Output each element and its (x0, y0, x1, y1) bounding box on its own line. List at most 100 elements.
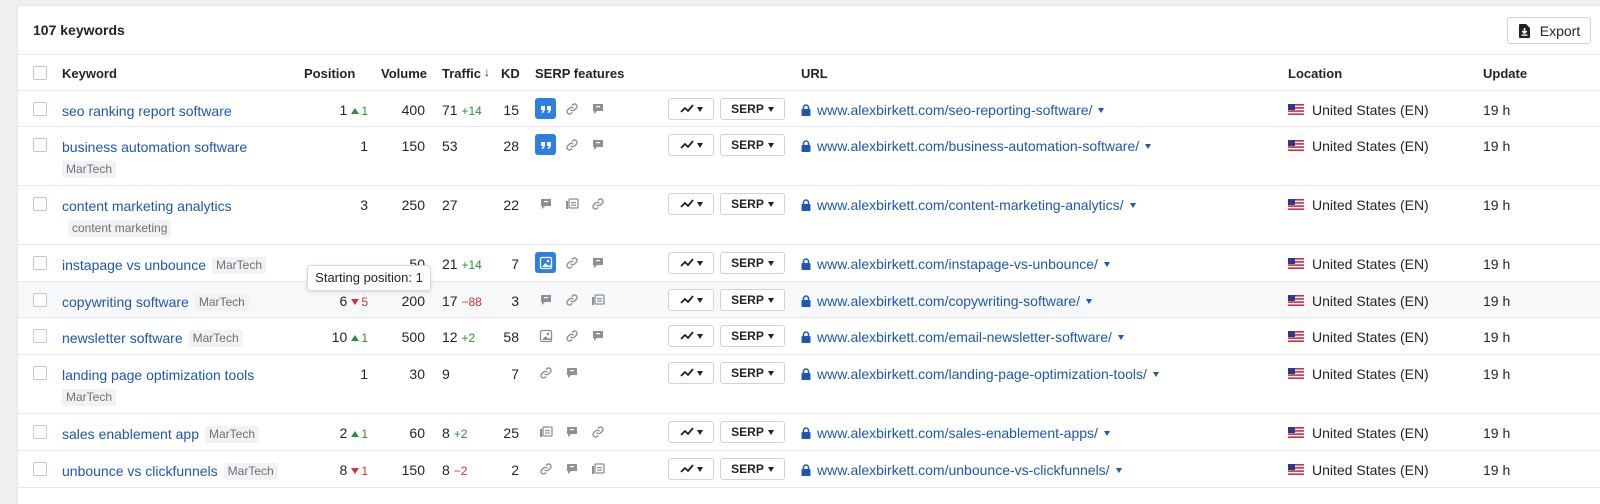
col-update[interactable]: Update (1483, 66, 1527, 81)
review-icon[interactable] (561, 362, 582, 383)
image-icon[interactable] (535, 325, 556, 346)
chevron-down-icon[interactable] (1152, 372, 1159, 377)
review-icon[interactable] (561, 458, 582, 479)
url-link[interactable]: www.alexbirkett.com/unbounce-vs-clickfun… (817, 462, 1110, 478)
link-icon[interactable] (561, 134, 582, 155)
keyword-tag[interactable]: MarTech (205, 426, 260, 443)
chevron-down-icon[interactable] (1085, 299, 1092, 304)
keyword-tag[interactable]: MarTech (62, 389, 117, 406)
link-icon[interactable] (587, 193, 608, 214)
trend-button[interactable] (668, 458, 714, 480)
trend-button[interactable] (668, 98, 714, 120)
position-cell[interactable]: 81 (304, 462, 368, 478)
url-link[interactable]: www.alexbirkett.com/content-marketing-an… (817, 197, 1124, 213)
position-cell[interactable]: 65 (304, 293, 368, 309)
keyword-link[interactable]: landing page optimization tools (62, 367, 254, 383)
export-button[interactable]: Export (1507, 17, 1591, 44)
position-cell[interactable]: 1 (304, 138, 368, 154)
serp-button[interactable]: SERP (720, 193, 785, 215)
thumbnails-icon[interactable] (535, 421, 556, 442)
link-icon[interactable] (587, 421, 608, 442)
keyword-tag[interactable]: MarTech (62, 161, 117, 178)
col-serp-features[interactable]: SERP features (535, 66, 624, 81)
position-cell[interactable]: 1 (304, 366, 368, 382)
keyword-link[interactable]: copywriting software (62, 294, 189, 310)
row-checkbox[interactable] (33, 256, 47, 270)
serp-button[interactable]: SERP (720, 289, 785, 311)
quote-active-icon[interactable] (535, 134, 556, 155)
url-link[interactable]: www.alexbirkett.com/sales-enablement-app… (817, 425, 1098, 441)
url-link[interactable]: www.alexbirkett.com/seo-reporting-softwa… (817, 102, 1092, 118)
trend-button[interactable] (668, 421, 714, 443)
review-icon[interactable] (587, 134, 608, 155)
url-link[interactable]: www.alexbirkett.com/email-newsletter-sof… (817, 329, 1112, 345)
link-icon[interactable] (561, 98, 582, 119)
link-icon[interactable] (561, 289, 582, 310)
col-position[interactable]: Position (304, 66, 355, 81)
chevron-down-icon[interactable] (1098, 108, 1105, 113)
chevron-down-icon[interactable] (1117, 335, 1124, 340)
trend-button[interactable] (668, 362, 714, 384)
trend-button[interactable] (668, 134, 714, 156)
url-link[interactable]: www.alexbirkett.com/copywriting-software… (817, 293, 1080, 309)
keyword-link[interactable]: seo ranking report software (62, 103, 232, 119)
select-all-checkbox[interactable] (33, 66, 47, 80)
link-icon[interactable] (535, 458, 556, 479)
keyword-link[interactable]: unbounce vs clickfunnels (62, 463, 218, 479)
keyword-link[interactable]: sales enablement app (62, 426, 199, 442)
col-location[interactable]: Location (1288, 66, 1342, 81)
col-keyword[interactable]: Keyword (62, 66, 117, 81)
serp-button[interactable]: SERP (720, 458, 785, 480)
trend-button[interactable] (668, 193, 714, 215)
keyword-link[interactable]: instapage vs unbounce (62, 257, 206, 273)
chevron-down-icon[interactable] (1145, 144, 1152, 149)
row-checkbox[interactable] (33, 197, 47, 211)
row-checkbox[interactable] (33, 329, 47, 343)
serp-button[interactable]: SERP (720, 362, 785, 384)
col-kd[interactable]: KD (501, 66, 520, 81)
link-icon[interactable] (535, 362, 556, 383)
serp-button[interactable]: SERP (720, 134, 785, 156)
url-link[interactable]: www.alexbirkett.com/business-automation-… (817, 138, 1139, 154)
position-cell[interactable]: 3 (304, 197, 368, 213)
position-cell[interactable]: 21 (304, 425, 368, 441)
review-icon[interactable] (535, 289, 556, 310)
review-icon[interactable] (561, 421, 582, 442)
keyword-link[interactable]: newsletter software (62, 330, 183, 346)
col-traffic[interactable]: Traffic (442, 66, 481, 81)
image-active-icon[interactable] (535, 252, 556, 273)
review-icon[interactable] (587, 325, 608, 346)
position-cell[interactable]: 10 1 (304, 329, 368, 345)
url-link[interactable]: www.alexbirkett.com/landing-page-optimiz… (817, 366, 1147, 382)
row-checkbox[interactable] (33, 102, 47, 116)
review-icon[interactable] (587, 98, 608, 119)
keyword-tag[interactable]: MarTech (188, 330, 243, 347)
url-link[interactable]: www.alexbirkett.com/instapage-vs-unbounc… (817, 256, 1098, 272)
row-checkbox[interactable] (33, 293, 47, 307)
row-checkbox[interactable] (33, 425, 47, 439)
col-url[interactable]: URL (801, 66, 828, 81)
serp-button[interactable]: SERP (720, 421, 785, 443)
chevron-down-icon[interactable] (1103, 431, 1110, 436)
review-icon[interactable] (587, 252, 608, 273)
trend-button[interactable] (668, 325, 714, 347)
chevron-down-icon[interactable] (1115, 468, 1122, 473)
col-volume[interactable]: Volume (381, 66, 427, 81)
serp-button[interactable]: SERP (720, 252, 785, 274)
chevron-down-icon[interactable] (1129, 203, 1136, 208)
chevron-down-icon[interactable] (1103, 262, 1110, 267)
thumbnails-icon[interactable] (561, 193, 582, 214)
review-icon[interactable] (535, 193, 556, 214)
trend-button[interactable] (668, 252, 714, 274)
keyword-tag[interactable]: content marketing (68, 220, 172, 237)
row-checkbox[interactable] (33, 366, 47, 380)
keyword-tag[interactable]: MarTech (212, 257, 267, 274)
position-cell[interactable]: 11 (304, 102, 368, 118)
link-icon[interactable] (561, 325, 582, 346)
row-checkbox[interactable] (33, 138, 47, 152)
keyword-link[interactable]: content marketing analytics (62, 198, 232, 214)
serp-button[interactable]: SERP (720, 325, 785, 347)
thumbnails-icon[interactable] (587, 458, 608, 479)
serp-button[interactable]: SERP (720, 98, 785, 120)
trend-button[interactable] (668, 289, 714, 311)
